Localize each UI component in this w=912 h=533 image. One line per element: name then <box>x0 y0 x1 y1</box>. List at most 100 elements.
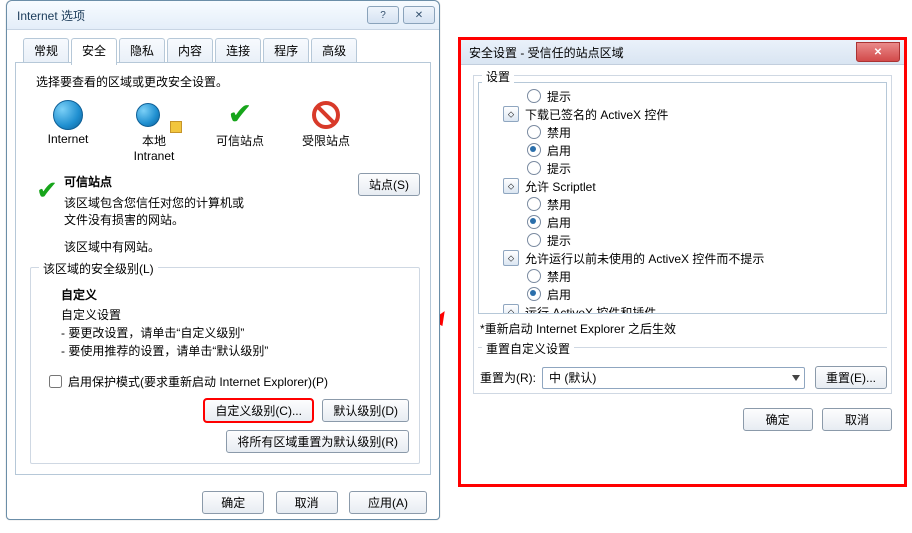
internet-options-window: Internet 选项 ? ✕ 常规 安全 隐私 内容 连接 程序 高级 选择要… <box>6 0 440 520</box>
activex-icon: ⬦ <box>503 106 519 122</box>
level-line1: 自定义设置 <box>61 306 409 324</box>
titlebar: 安全设置 - 受信任的站点区域 ✕ <box>461 40 904 65</box>
cat-scriptlet: ⬦允许 Scriptlet <box>485 177 884 195</box>
security-level-group: 该区域的安全级别(L) 自定义 自定义设置 - 要更改设置，请单击“自定义级别”… <box>30 267 420 464</box>
radio-icon <box>527 269 541 283</box>
level-line2: - 要更改设置，请单击“自定义级别” <box>61 324 409 342</box>
opt-prompt[interactable]: 提示 <box>485 87 884 105</box>
reset-to-label: 重置为(R): <box>480 369 536 386</box>
default-level-button[interactable]: 默认级别(D) <box>322 399 409 422</box>
zone-desc1: 该区域包含您信任对您的计算机或 <box>64 194 420 211</box>
window-title: Internet 选项 <box>17 7 363 24</box>
dialog-buttons: 确定 取消 应用(A) <box>7 483 439 524</box>
zone-hint: 选择要查看的区域或更改安全设置。 <box>36 73 420 90</box>
ok-button[interactable]: 确定 <box>202 491 264 514</box>
radio-icon <box>527 197 541 211</box>
protected-mode-label: 启用保护模式(要求重新启动 Internet Explorer)(P) <box>68 373 328 390</box>
opt-enable[interactable]: 启用 <box>485 285 884 303</box>
sites-button[interactable]: 站点(S) <box>358 173 420 196</box>
titlebar: Internet 选项 ? ✕ <box>7 1 439 30</box>
level-block: 自定义 自定义设置 - 要更改设置，请单击“自定义级别” - 要使用推荐的设置，… <box>61 286 409 360</box>
reset-combo-value: 中 (默认) <box>549 369 596 386</box>
intranet-icon <box>120 98 188 132</box>
tab-content[interactable]: 内容 <box>167 38 213 62</box>
reset-row: 重置为(R): 中 (默认) 重置(E)... <box>480 366 887 389</box>
level-name: 自定义 <box>61 286 409 304</box>
cancel-button[interactable]: 取消 <box>276 491 338 514</box>
opt-prompt[interactable]: 提示 <box>485 231 884 249</box>
window-body: 设置 提示 ⬦下载已签名的 ActiveX 控件 禁用 启用 提示 ⬦允许 Sc… <box>461 65 904 439</box>
zone-trusted[interactable]: ✔ 可信站点 <box>206 98 274 163</box>
zone-status: 该区域中有网站。 <box>64 238 420 255</box>
tab-general[interactable]: 常规 <box>23 38 69 62</box>
tab-security[interactable]: 安全 <box>71 38 117 65</box>
check-icon: ✔ <box>206 98 274 132</box>
close-icon: ✕ <box>415 10 423 21</box>
zone-restricted[interactable]: 受限站点 <box>292 98 360 163</box>
tab-connections[interactable]: 连接 <box>215 38 261 62</box>
activex-icon: ⬦ <box>503 250 519 266</box>
radio-icon-selected <box>527 287 541 301</box>
radio-icon-selected <box>527 215 541 229</box>
settings-group: 设置 提示 ⬦下载已签名的 ActiveX 控件 禁用 启用 提示 ⬦允许 Sc… <box>473 75 892 394</box>
radio-icon-selected <box>527 143 541 157</box>
close-button[interactable]: ✕ <box>403 6 435 24</box>
protected-mode-row[interactable]: 启用保护模式(要求重新启动 Internet Explorer)(P) <box>45 372 409 391</box>
opt-enable[interactable]: 启用 <box>485 213 884 231</box>
cat-signed-activex: ⬦下载已签名的 ActiveX 控件 <box>485 105 884 123</box>
check-icon-large: ✔ <box>30 173 64 255</box>
reset-section-label: 重置自定义设置 <box>482 340 574 357</box>
close-button[interactable]: ✕ <box>856 42 900 62</box>
activex-icon: ⬦ <box>503 178 519 194</box>
globe-icon <box>34 98 102 132</box>
zone-label: 本地 <box>120 132 188 149</box>
custom-level-button[interactable]: 自定义级别(C)... <box>204 399 313 422</box>
close-icon: ✕ <box>874 47 882 58</box>
opt-enable[interactable]: 启用 <box>485 141 884 159</box>
protected-mode-checkbox[interactable] <box>49 375 62 388</box>
help-button[interactable]: ? <box>367 6 399 24</box>
opt-disable[interactable]: 禁用 <box>485 123 884 141</box>
apply-button[interactable]: 应用(A) <box>349 491 427 514</box>
settings-tree-scroll[interactable]: 提示 ⬦下载已签名的 ActiveX 控件 禁用 启用 提示 ⬦允许 Scrip… <box>478 82 887 314</box>
restart-note: *重新启动 Internet Explorer 之后生效 <box>480 320 887 337</box>
reset-combo[interactable]: 中 (默认) <box>542 367 805 389</box>
tab-privacy[interactable]: 隐私 <box>119 38 165 62</box>
zone-intranet[interactable]: 本地 Intranet <box>120 98 188 163</box>
zone-desc2: 文件没有损害的网站。 <box>64 211 420 228</box>
ok-button[interactable]: 确定 <box>743 408 813 431</box>
level-line3: - 要使用推荐的设置，请单击“默认级别” <box>61 342 409 360</box>
window-body: 常规 安全 隐私 内容 连接 程序 高级 选择要查看的区域或更改安全设置。 In… <box>7 30 439 483</box>
activex-icon: ⬦ <box>503 304 519 314</box>
radio-icon <box>527 161 541 175</box>
zone-label: 可信站点 <box>206 132 274 149</box>
radio-icon <box>527 233 541 247</box>
security-panel: 选择要查看的区域或更改安全设置。 Internet 本地 Intranet ✔ … <box>15 63 431 475</box>
group-label: 设置 <box>482 68 514 85</box>
opt-disable[interactable]: 禁用 <box>485 195 884 213</box>
help-icon: ? <box>380 10 386 21</box>
window-title: 安全设置 - 受信任的站点区域 <box>469 44 852 61</box>
cancel-button[interactable]: 取消 <box>822 408 892 431</box>
cat-run-activex: ⬦运行 ActiveX 控件和插件 <box>485 303 884 314</box>
settings-tree: 提示 ⬦下载已签名的 ActiveX 控件 禁用 启用 提示 ⬦允许 Scrip… <box>479 83 886 314</box>
zone-detail: ✔ 站点(S) 可信站点 该区域包含您信任对您的计算机或 文件没有损害的网站。 … <box>30 173 420 255</box>
tab-programs[interactable]: 程序 <box>263 38 309 62</box>
tab-strip: 常规 安全 隐私 内容 连接 程序 高级 <box>15 38 431 63</box>
zone-label-line2: Intranet <box>120 149 188 163</box>
cat-unused-activex: ⬦允许运行以前未使用的 ActiveX 控件而不提示 <box>485 249 884 267</box>
reset-button[interactable]: 重置(E)... <box>815 366 887 389</box>
forbidden-icon <box>292 98 360 132</box>
reset-all-zones-button[interactable]: 将所有区域重置为默认级别(R) <box>226 430 409 453</box>
zone-list: Internet 本地 Intranet ✔ 可信站点 受限站点 <box>34 98 420 163</box>
group-label: 该区域的安全级别(L) <box>39 260 158 277</box>
security-settings-window: 安全设置 - 受信任的站点区域 ✕ 设置 提示 ⬦下载已签名的 ActiveX … <box>458 37 907 487</box>
opt-disable[interactable]: 禁用 <box>485 267 884 285</box>
radio-icon <box>527 89 541 103</box>
tab-advanced[interactable]: 高级 <box>311 38 357 62</box>
opt-prompt[interactable]: 提示 <box>485 159 884 177</box>
radio-icon <box>527 125 541 139</box>
zone-label: Internet <box>34 132 102 146</box>
zone-internet[interactable]: Internet <box>34 98 102 163</box>
zone-label: 受限站点 <box>292 132 360 149</box>
